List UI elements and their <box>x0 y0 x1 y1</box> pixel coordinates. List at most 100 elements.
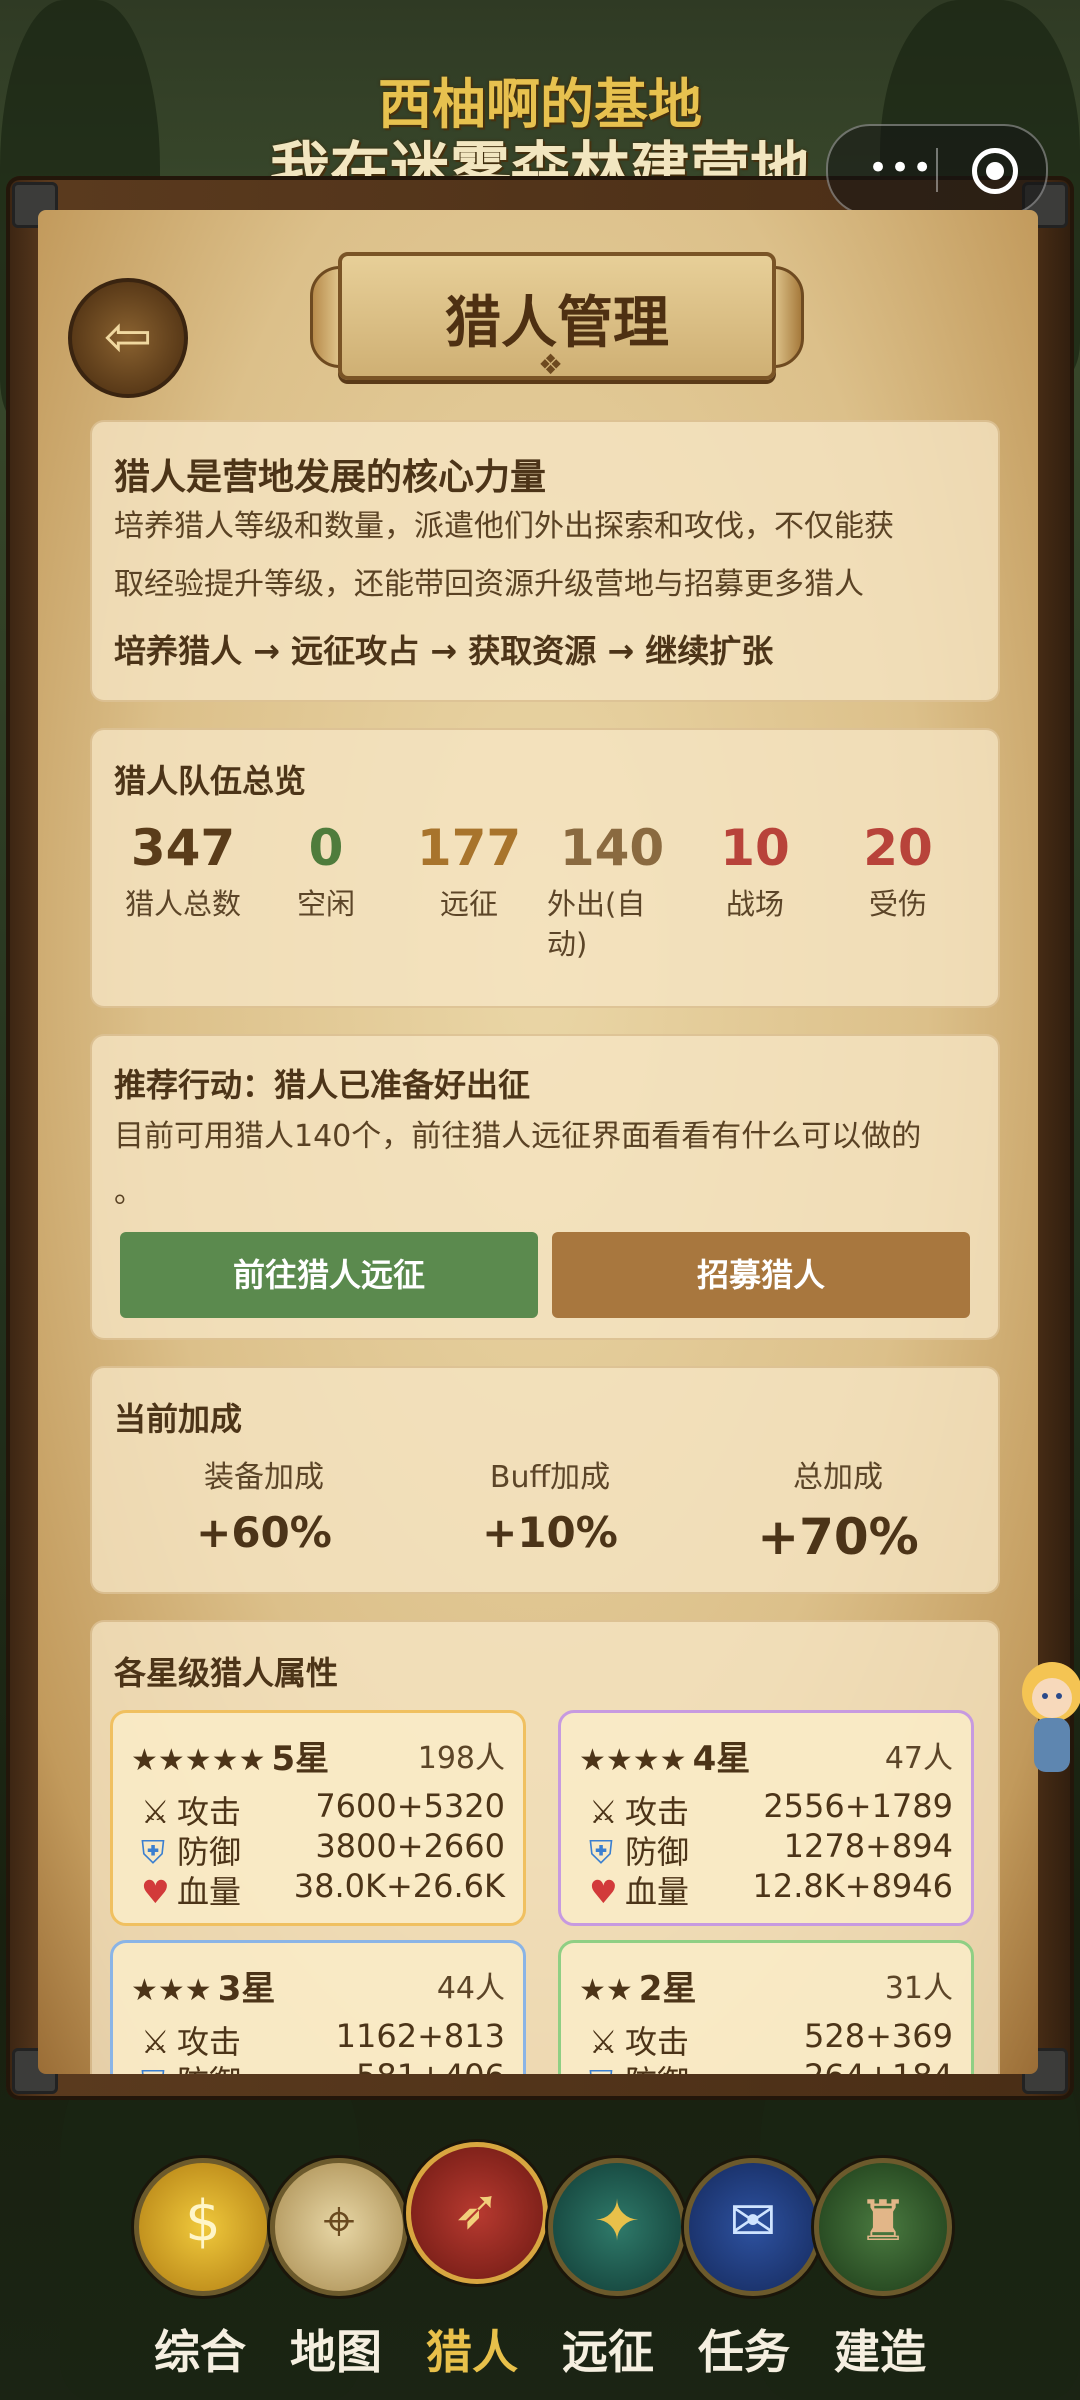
bow-icon[interactable]: ➶ <box>406 2142 548 2284</box>
defense-value: 1278+894 <box>783 1827 953 1865</box>
recruit-hunter-button[interactable]: 招募猎人 <box>552 1232 970 1318</box>
nav-item-build[interactable]: 建造 <box>810 2316 950 2382</box>
heart-icon: ♥ <box>141 1873 170 1911</box>
overview-card: 猎人队伍总览 347 猎人总数 0 空闲 177 远征 140 外出(自动) 1… <box>90 728 1000 1008</box>
bonus-label: Buff加成 <box>489 1460 611 1495</box>
sword-icon: ⚔ <box>141 2023 170 2061</box>
nav-item-map[interactable]: 地图 <box>266 2316 406 2382</box>
hp-row: ♥ 血量 38.0K+26.6K <box>141 1867 505 1913</box>
nav-item-hunters[interactable]: 猎人 <box>402 2316 542 2382</box>
defense-value: 264+184 <box>804 2057 953 2074</box>
intro-card: 猎人是营地发展的核心力量 培养猎人等级和数量，派遣他们外出探索和攻伐，不仅能获 … <box>90 420 1000 702</box>
star-level: 4星 <box>692 1739 751 1779</box>
stat-label: 战场 <box>725 887 784 921</box>
scroll-icon[interactable]: ✉ <box>684 2158 822 2296</box>
star-count: 198人 <box>417 1741 505 1776</box>
star-card-title: ★★★ 3星 <box>131 1961 275 2010</box>
stat-label: 远征 <box>439 887 498 921</box>
star-rating: ★★ <box>579 1973 633 2008</box>
intro-heading: 猎人是营地发展的核心力量 <box>114 457 547 498</box>
attack-label: 攻击 <box>177 2023 242 2061</box>
star-count: 47人 <box>884 1741 953 1776</box>
defense-value: 581+406 <box>356 2057 505 2074</box>
shield-icon: ⛨ <box>141 2063 177 2074</box>
star-card-title: ★★★★★ 5星 <box>131 1731 329 1780</box>
sword-icon: ⚔ <box>141 1793 170 1831</box>
nav-item-expedition[interactable]: 远征 <box>538 2316 678 2382</box>
bonus-value: +60% <box>196 1508 332 1557</box>
bonus-heading: 当前加成 <box>114 1400 243 1438</box>
stat-idle: 0 空闲 <box>261 818 391 924</box>
stat-value: 347 <box>130 819 236 877</box>
map-icon[interactable]: ⌖ <box>270 2158 408 2296</box>
bonus-total: 总加成 +70% <box>718 1452 958 1566</box>
defense-label: 防御 <box>625 2063 689 2074</box>
attack-value: 528+369 <box>804 2017 953 2055</box>
stat-value: 0 <box>308 819 344 877</box>
back-arrow-icon[interactable]: ⇦ <box>68 278 188 398</box>
defense-label: 防御 <box>177 1833 242 1871</box>
nav-item-tasks[interactable]: 任务 <box>674 2316 814 2382</box>
star-rating: ★★★ <box>131 1973 212 2008</box>
bonus-value: +70% <box>757 1508 919 1566</box>
recommend-card: 推荐行动：猎人已准备好出征 目前可用猎人140个，前往猎人远征界面看看有什么可以… <box>90 1034 1000 1340</box>
attack-value: 2556+1789 <box>763 1787 953 1825</box>
mascot-icon[interactable] <box>1012 1652 1080 1780</box>
stat-injured: 20 受伤 <box>833 818 963 924</box>
star-rating: ★★★★ <box>579 1743 687 1778</box>
close-target-icon[interactable] <box>972 148 1018 194</box>
attack-label: 攻击 <box>177 1793 242 1831</box>
compass-icon[interactable]: ✦ <box>548 2158 686 2296</box>
bonus-buff: Buff加成 +10% <box>430 1452 670 1557</box>
coin-icon[interactable]: $ <box>134 2158 272 2296</box>
shield-icon: ⛨ <box>589 2063 625 2074</box>
page-title: 猎人管理 <box>445 291 669 356</box>
star-level: 5星 <box>271 1739 330 1779</box>
heart-icon: ♥ <box>589 1873 618 1911</box>
defense-label: 防御 <box>625 1833 690 1871</box>
attack-value: 7600+5320 <box>315 1787 505 1825</box>
star-card-title: ★★★★ 4星 <box>579 1731 750 1780</box>
bonus-label: 装备加成 <box>204 1460 324 1495</box>
stat-label: 空闲 <box>296 887 355 921</box>
stat-total: 347 猎人总数 <box>118 818 248 924</box>
intro-line-2: 取经验提升等级，还能带回资源升级营地与招募更多猎人 <box>114 567 864 602</box>
hp-label: 血量 <box>625 1873 690 1911</box>
mini-program-capsule: ••• <box>826 124 1048 216</box>
attack-label: 攻击 <box>625 1793 690 1831</box>
more-icon[interactable]: ••• <box>868 148 934 188</box>
star-card-2[interactable]: ★★2星 31人 ⚔攻击 528+369 ⛨防御 264+184 <box>558 1940 974 2074</box>
bonus-card: 当前加成 装备加成 +60% Buff加成 +10% 总加成 +70% <box>90 1366 1000 1594</box>
star-card-3[interactable]: ★★★3星 44人 ⚔攻击 1162+813 ⛨防御 581+406 <box>110 1940 526 2074</box>
star-level: 3星 <box>217 1969 276 2009</box>
attack-value: 1162+813 <box>335 2017 505 2055</box>
star-count: 44人 <box>436 1971 505 2006</box>
hp-value: 12.8K+8946 <box>752 1867 953 1905</box>
hp-row: ♥ 血量 12.8K+8946 <box>589 1867 953 1913</box>
bonus-equipment: 装备加成 +60% <box>144 1452 384 1557</box>
defense-row: ⛨防御 264+184 <box>589 2057 953 2074</box>
stat-label: 外出(自动) <box>547 887 646 961</box>
star-card-4[interactable]: ★★★★ 4星 47人 ⚔ 攻击 2556+1789 ⛨ 防御 1278+894 ♥ 血量 1… <box>558 1710 974 1926</box>
bonus-value: +10% <box>482 1508 618 1557</box>
star-card-title: ★★ 2星 <box>579 1961 696 2010</box>
hp-label: 血量 <box>177 1873 242 1911</box>
stat-battlefield: 10 战场 <box>690 818 820 924</box>
stat-value: 177 <box>416 819 522 877</box>
intro-flow: 培养猎人 → 远征攻占 → 获取资源 → 继续扩张 <box>114 632 774 670</box>
star-level: 2星 <box>638 1969 697 2009</box>
nav-item-overview[interactable]: 综合 <box>130 2316 270 2382</box>
star-attributes-card: 各星级猎人属性 ★★★★★ 5星 198人 ⚔ 攻击 7600+5320 ⛨ 防御 380… <box>90 1620 1000 2074</box>
stat-expedition: 177 远征 <box>404 818 534 924</box>
go-expedition-button[interactable]: 前往猎人远征 <box>120 1232 538 1318</box>
defense-row: ⛨防御 581+406 <box>141 2057 505 2074</box>
castle-icon[interactable]: ♜ <box>814 2158 952 2296</box>
attack-label: 攻击 <box>625 2023 690 2061</box>
defense-value: 3800+2660 <box>315 1827 505 1865</box>
bonus-label: 总加成 <box>793 1460 883 1495</box>
stat-value: 20 <box>863 819 933 877</box>
banner-ornament-icon: ❖ <box>538 348 564 381</box>
stat-value: 140 <box>559 819 665 877</box>
stat-outing: 140 外出(自动) <box>547 818 677 964</box>
star-card-5[interactable]: ★★★★★ 5星 198人 ⚔ 攻击 7600+5320 ⛨ 防御 3800+2660 ♥… <box>110 1710 526 1926</box>
